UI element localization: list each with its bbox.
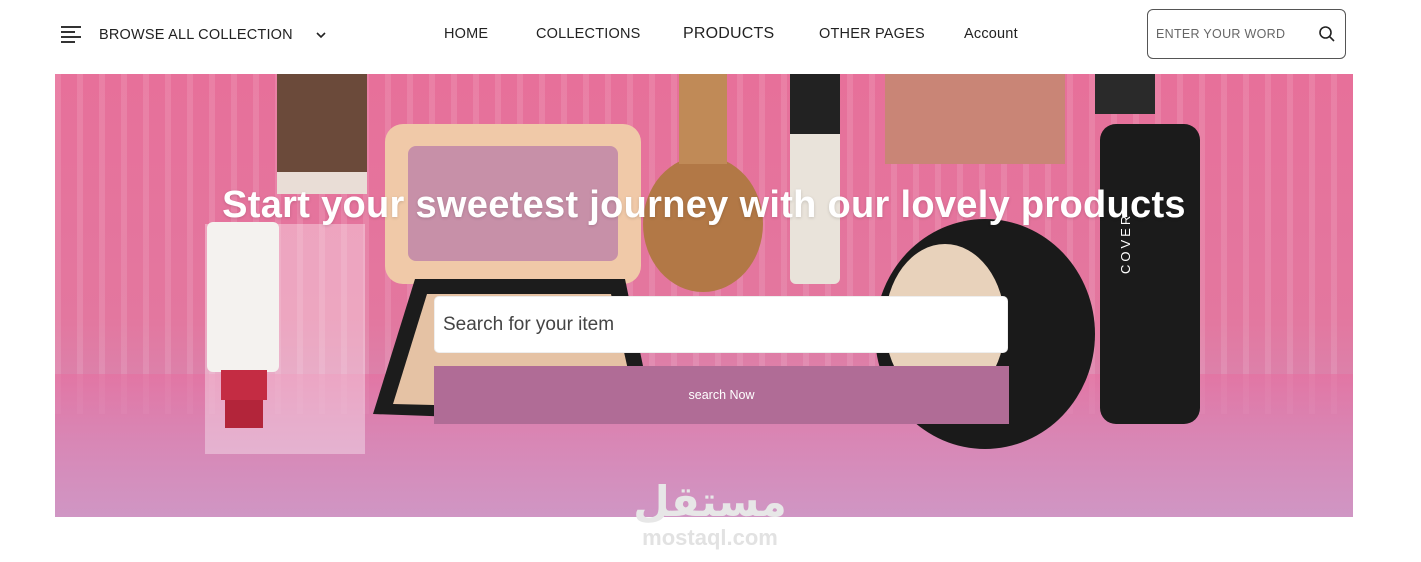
nav-collections[interactable]: COLLECTIONS xyxy=(536,26,641,42)
nav-other-pages[interactable]: OTHER PAGES xyxy=(819,26,925,42)
watermark-latin: mostaql.com xyxy=(642,525,778,550)
mostaql-watermark: مستقل mostaql.com xyxy=(600,478,820,550)
hero-search-input[interactable] xyxy=(435,297,1007,352)
nav-home[interactable]: HOME xyxy=(444,26,488,42)
header-search-input[interactable] xyxy=(1156,27,1311,41)
hero-banner: COVER Start your sweetest journey with o… xyxy=(55,74,1353,517)
hero-headline: Start your sweetest journey with our lov… xyxy=(222,184,1186,226)
nav-account[interactable]: Account xyxy=(964,26,1018,42)
watermark-arabic: مستقل xyxy=(633,477,787,526)
menu-icon xyxy=(61,26,81,44)
browse-label: BROWSE ALL COLLECTION xyxy=(99,27,293,43)
header-search-box xyxy=(1147,9,1346,59)
chevron-down-icon xyxy=(316,32,326,39)
search-now-button[interactable]: search Now xyxy=(434,366,1009,424)
top-navbar: BROWSE ALL COLLECTION HOME COLLECTIONS P… xyxy=(55,0,1353,74)
hero-search-box xyxy=(434,296,1008,353)
nav-products[interactable]: PRODUCTS xyxy=(683,25,774,43)
search-icon[interactable] xyxy=(1318,25,1336,43)
browse-collection-dropdown[interactable]: BROWSE ALL COLLECTION xyxy=(61,22,327,48)
